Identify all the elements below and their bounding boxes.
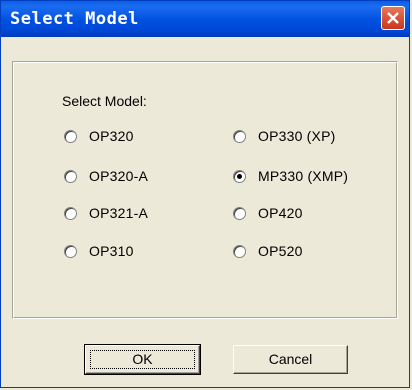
radio-button[interactable] bbox=[64, 244, 77, 258]
radio-label: OP310 bbox=[89, 243, 134, 259]
radio-op520[interactable]: OP520 bbox=[233, 242, 303, 260]
radio-button[interactable] bbox=[233, 129, 246, 143]
radio-mp330-xmp[interactable]: MP330 (XMP) bbox=[233, 167, 348, 185]
radio-button[interactable] bbox=[64, 169, 77, 183]
close-button[interactable] bbox=[381, 6, 405, 30]
radio-label: OP520 bbox=[258, 243, 303, 259]
radio-button[interactable] bbox=[64, 206, 77, 220]
radio-button[interactable] bbox=[64, 129, 77, 143]
ok-button-label: OK bbox=[132, 351, 153, 367]
radio-op330-xp[interactable]: OP330 (XP) bbox=[233, 127, 335, 145]
radio-label: OP330 (XP) bbox=[258, 128, 336, 144]
radio-op420[interactable]: OP420 bbox=[233, 204, 303, 222]
radio-label: OP420 bbox=[258, 205, 303, 221]
dialog-window: Select Model Select Model: OP320 OP320-A… bbox=[0, 0, 410, 388]
radio-button[interactable] bbox=[233, 244, 246, 258]
cancel-button-label: Cancel bbox=[268, 351, 313, 367]
radio-label: MP330 (XMP) bbox=[258, 168, 349, 184]
radio-label: OP320 bbox=[89, 128, 134, 144]
title-bar[interactable]: Select Model bbox=[1, 1, 409, 37]
ok-button[interactable]: OK bbox=[84, 344, 201, 375]
radio-op321-a[interactable]: OP321-A bbox=[64, 204, 148, 222]
radio-label: OP320-A bbox=[89, 168, 148, 184]
close-icon bbox=[387, 12, 399, 24]
window-title: Select Model bbox=[10, 9, 139, 29]
radio-button-selected[interactable] bbox=[233, 169, 246, 183]
radio-op310[interactable]: OP310 bbox=[64, 242, 134, 260]
group-label: Select Model: bbox=[62, 93, 147, 109]
radio-label: OP321-A bbox=[89, 205, 148, 221]
cancel-button[interactable]: Cancel bbox=[233, 345, 348, 374]
radio-button[interactable] bbox=[233, 206, 246, 220]
radio-op320[interactable]: OP320 bbox=[64, 127, 134, 145]
radio-op320-a[interactable]: OP320-A bbox=[64, 167, 148, 185]
